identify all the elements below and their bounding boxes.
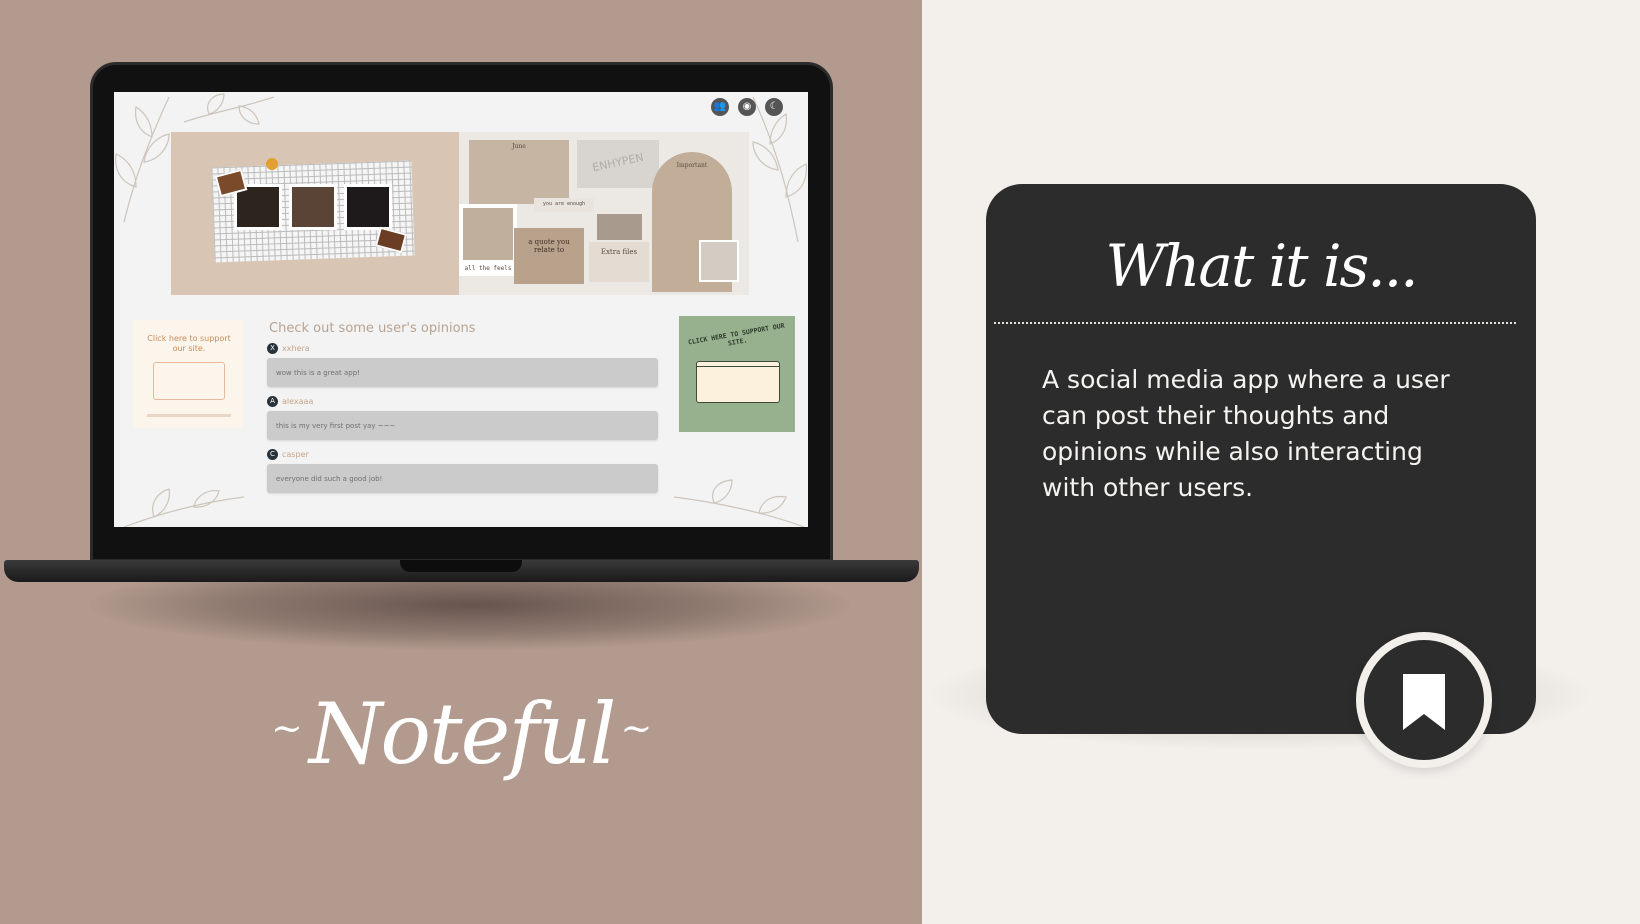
photo-building-card: [699, 240, 739, 282]
sun-sticker-icon: [266, 158, 278, 170]
calendar-card: June: [469, 140, 569, 204]
extra-files-card: Extra files: [589, 242, 649, 282]
post-text: everyone did such a good job!: [276, 474, 383, 483]
post-card[interactable]: everyone did such a good job!: [267, 464, 658, 493]
support-card-left[interactable]: Click here to support our site.: [133, 320, 243, 428]
enough-text: you are enough: [542, 201, 586, 207]
photo-tag: all the feels: [464, 265, 512, 272]
calendar-month: June: [512, 143, 526, 150]
leaf-decoration-bottom-left-icon: [124, 488, 244, 527]
important-label: Important: [676, 162, 708, 169]
leaf-decoration-top-icon: [184, 93, 274, 125]
user-name[interactable]: casper: [282, 450, 309, 459]
users-icon[interactable]: 👥: [711, 98, 729, 116]
support-arc-text: CLICK HERE TO SUPPORT OUR SITE.: [687, 321, 786, 348]
support-title: Click here to support our site.: [147, 334, 231, 353]
user-name[interactable]: xxhera: [282, 344, 310, 353]
bookmark-button[interactable]: [1356, 632, 1492, 768]
support-box: [153, 362, 225, 400]
app-name: Noteful: [308, 685, 617, 783]
user-avatar[interactable]: X: [267, 342, 278, 354]
hero-collage-left: [171, 132, 459, 295]
github-icon[interactable]: ◉: [738, 98, 756, 116]
opinions-heading: Check out some user's opinions: [269, 321, 476, 336]
post-author-row: C casper: [267, 448, 309, 460]
title-tilde-right: ~: [620, 706, 653, 750]
photo-bread: [463, 208, 513, 260]
support-footer-line: [147, 414, 231, 417]
user-avatar[interactable]: C: [267, 448, 278, 460]
post-card[interactable]: this is my very first post yay ~~~: [267, 411, 658, 440]
photo-guitar: [289, 184, 337, 230]
hero-collage-right: June ENHYPEN Important all the feels you…: [459, 132, 749, 295]
user-avatar[interactable]: A: [267, 395, 278, 407]
photo-bread-card: all the feels: [459, 204, 517, 276]
laptop-notch: [400, 560, 522, 572]
title-tilde-left: ~: [271, 706, 303, 750]
post-author-row: X xxhera: [267, 342, 310, 354]
support-card-right[interactable]: CLICK HERE TO SUPPORT OUR SITE.: [679, 316, 795, 432]
post-text: this is my very first post yay ~~~: [276, 421, 396, 430]
app-title: ~Noteful ~: [265, 685, 655, 783]
quote-text: a quote you relate to: [528, 238, 570, 254]
enough-card: you are enough: [534, 198, 594, 212]
photo-small-card: [597, 214, 642, 240]
info-title: What it is...: [1105, 232, 1418, 300]
laptop-screen: 👥 ◉ ☾ June ENHYPEN Important all the fee…: [114, 92, 808, 527]
post-card[interactable]: wow this is a great app!: [267, 358, 658, 387]
info-description: A social media app where a user can post…: [1042, 365, 1450, 502]
post-author-row: A alexaaa: [267, 395, 313, 407]
post-text: wow this is a great app!: [276, 368, 361, 377]
support-window: [696, 361, 780, 403]
brand-text: ENHYPEN: [591, 150, 645, 175]
bookmark-icon: [1403, 674, 1445, 730]
photo-singer: [344, 184, 392, 230]
leaf-decoration-bottom-right-icon: [674, 479, 804, 527]
moon-icon[interactable]: ☾: [765, 98, 783, 116]
support-window-bar: [697, 362, 779, 367]
info-divider: [994, 322, 1516, 324]
extra-files-text: Extra files: [600, 248, 638, 256]
quote-card: a quote you relate to: [514, 228, 584, 284]
leaf-decoration-top-left-icon: [114, 96, 170, 222]
brand-card: ENHYPEN: [577, 140, 659, 188]
user-name[interactable]: alexaaa: [282, 397, 313, 406]
